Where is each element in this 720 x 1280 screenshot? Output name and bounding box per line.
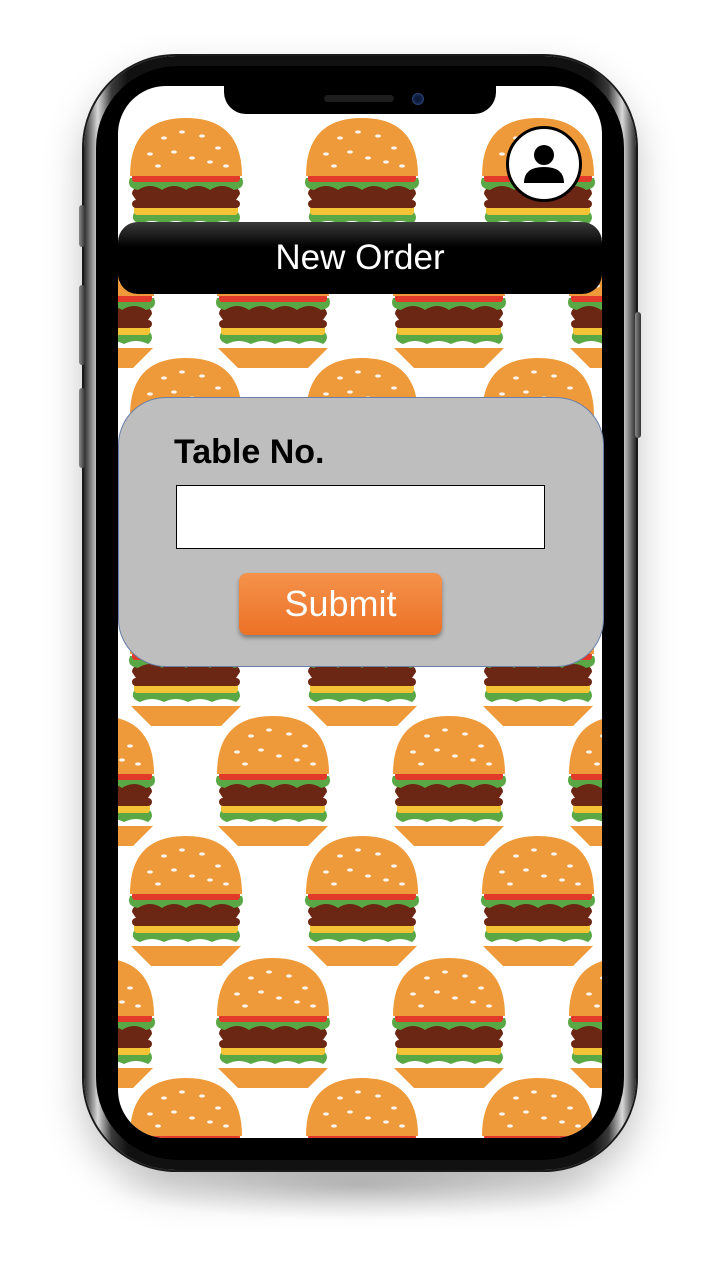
table-number-label: Table No. <box>174 433 325 471</box>
power-button <box>635 312 641 438</box>
user-icon <box>524 145 564 183</box>
volume-up-button <box>79 285 85 365</box>
submit-button[interactable]: Submit <box>239 573 442 635</box>
side-button <box>79 205 85 247</box>
front-camera <box>412 93 424 105</box>
profile-button[interactable] <box>506 126 582 202</box>
page-title: New Order <box>275 238 445 277</box>
submit-button-label: Submit <box>284 583 397 624</box>
table-number-input[interactable] <box>176 485 545 549</box>
title-bar: New Order <box>118 222 602 294</box>
volume-down-button <box>79 388 85 468</box>
speaker-grille <box>324 95 394 102</box>
